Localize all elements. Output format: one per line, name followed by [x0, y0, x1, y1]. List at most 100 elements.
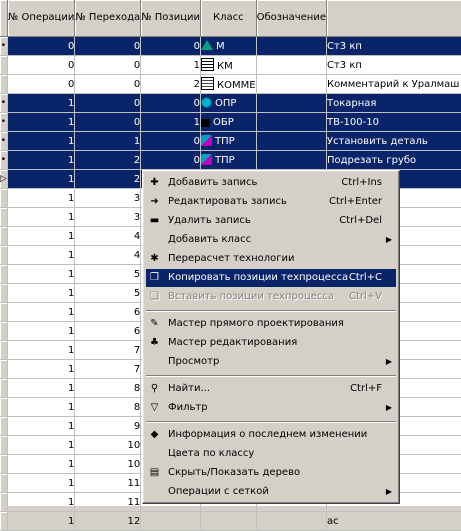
cell-transition[interactable]: 4 [74, 245, 142, 265]
cell-operation[interactable]: 1 [7, 416, 76, 436]
table-row[interactable]: • 1 2 0 ТПР Подрезать грубо [0, 150, 461, 170]
cell-operation[interactable]: 1 [7, 112, 76, 132]
cell-position[interactable] [140, 511, 202, 531]
cell-transition[interactable]: 0 [74, 93, 142, 113]
cell-transition[interactable]: 0 [74, 112, 142, 132]
cell-operation[interactable]: 1 [7, 226, 76, 246]
cell-operation[interactable]: 1 [7, 150, 76, 170]
cell-designation[interactable] [256, 93, 327, 113]
cell-operation[interactable]: 1 [7, 454, 76, 474]
cell-transition[interactable]: 0 [74, 74, 142, 94]
cell-description[interactable]: Подрезать грубо [326, 150, 461, 170]
cell-operation[interactable]: 1 [7, 207, 76, 227]
table-row[interactable]: 1 12 ас [0, 511, 461, 531]
table-row[interactable]: • 1 1 0 ТПР Установить деталь [0, 131, 461, 151]
menu-item[interactable]: ✎ Мастер прямого проектирования [146, 315, 396, 333]
cell-operation[interactable]: 1 [7, 264, 76, 284]
cell-description[interactable]: Ст3 кп [326, 55, 461, 75]
table-row[interactable]: • 1 0 1 ОБР ТВ-100-10 [0, 112, 461, 132]
cell-operation[interactable]: 1 [7, 435, 76, 455]
cell-transition[interactable]: 2 [74, 150, 142, 170]
cell-position[interactable]: 1 [140, 112, 202, 132]
cell-operation[interactable]: 1 [7, 169, 76, 189]
cell-class[interactable]: КОММЕ [200, 74, 257, 94]
cell-transition[interactable]: 0 [74, 55, 142, 75]
cell-operation[interactable]: 1 [7, 340, 76, 360]
cell-operation[interactable]: 1 [7, 188, 76, 208]
menu-item[interactable]: Цвета по классу [146, 445, 396, 463]
menu-item[interactable]: ♣ Мастер редактирования [146, 334, 396, 352]
cell-class[interactable]: M [200, 36, 257, 56]
cell-description[interactable]: ТВ-100-10 [326, 112, 461, 132]
menu-item[interactable]: Просмотр ▶ [146, 353, 396, 371]
menu-item[interactable]: ⚲ Найти... Ctrl+F [146, 380, 396, 398]
cell-class[interactable]: ТПР [200, 131, 257, 151]
cell-transition[interactable]: 10 [74, 435, 142, 455]
cell-description[interactable]: Комментарий к Уралмаш ТП [326, 74, 461, 94]
cell-description[interactable]: ас [326, 511, 461, 531]
cell-description[interactable]: Установить деталь [326, 131, 461, 151]
cell-designation[interactable] [256, 74, 327, 94]
cell-operation[interactable]: 1 [7, 473, 76, 493]
column-header-position[interactable]: № Позиции [140, 0, 202, 37]
cell-transition[interactable]: 8 [74, 378, 142, 398]
cell-description[interactable]: Ст3 кп [326, 36, 461, 56]
cell-class[interactable]: ОБР [200, 112, 257, 132]
cell-transition[interactable]: 0 [74, 36, 142, 56]
cell-designation[interactable] [256, 112, 327, 132]
cell-operation[interactable]: 1 [7, 131, 76, 151]
cell-transition[interactable]: 7 [74, 340, 142, 360]
cell-transition[interactable]: 10 [74, 454, 142, 474]
menu-item[interactable]: ▤ Скрыть/Показать дерево [146, 464, 396, 482]
cell-operation[interactable]: 1 [7, 397, 76, 417]
cell-operation[interactable]: 1 [7, 283, 76, 303]
table-row[interactable]: • 0 0 0 M Ст3 кп [0, 36, 461, 56]
table-row[interactable]: • 1 0 0 ОПР Токарная [0, 93, 461, 113]
cell-class[interactable]: КМ [200, 55, 257, 75]
table-row[interactable]: 002КОММЕКомментарий к Уралмаш ТП [0, 74, 461, 94]
cell-position[interactable]: 0 [140, 93, 202, 113]
cell-position[interactable]: 0 [140, 150, 202, 170]
cell-transition[interactable]: 3 [74, 188, 142, 208]
cell-transition[interactable]: 12 [74, 511, 142, 531]
menu-item[interactable]: ❐ Копировать позиции техпроцесса Ctrl+C [146, 269, 396, 287]
cell-transition[interactable]: 9 [74, 416, 142, 436]
cell-operation[interactable]: 0 [7, 36, 76, 56]
cell-designation[interactable] [256, 55, 327, 75]
menu-item[interactable]: ✚ Добавить запись Ctrl+Ins [146, 174, 396, 192]
menu-item[interactable]: Операции с сеткой ▶ [146, 483, 396, 501]
column-header-designation[interactable]: Обозначение [256, 0, 327, 37]
cell-designation[interactable] [256, 131, 327, 151]
cell-designation[interactable] [256, 511, 327, 531]
column-header-class[interactable]: Класс [200, 0, 257, 37]
cell-operation[interactable]: 1 [7, 359, 76, 379]
cell-transition[interactable]: 8 [74, 397, 142, 417]
cell-transition[interactable]: 1 [74, 131, 142, 151]
cell-position[interactable]: 0 [140, 36, 202, 56]
cell-operation[interactable]: 1 [7, 378, 76, 398]
cell-operation[interactable]: 1 [7, 321, 76, 341]
column-header-operation[interactable]: № Операции [7, 0, 76, 37]
menu-item[interactable]: ✱ Перерасчет технологии [146, 250, 396, 268]
cell-position[interactable]: 1 [140, 55, 202, 75]
cell-operation[interactable]: 1 [7, 245, 76, 265]
cell-designation[interactable] [256, 150, 327, 170]
cell-transition[interactable]: 3 [74, 207, 142, 227]
cell-transition[interactable]: 4 [74, 226, 142, 246]
menu-item[interactable]: ❏ Вставить позиции техпроцесса Ctrl+V [146, 288, 396, 306]
menu-item[interactable]: ➜ Редактировать запись Ctrl+Enter [146, 193, 396, 211]
table-row[interactable]: 0 0 1 КМ Ст3 кп [0, 55, 461, 75]
column-header-transition[interactable]: № Перехода [74, 0, 142, 37]
cell-class[interactable]: ОПР [200, 93, 257, 113]
cell-transition[interactable]: 5 [74, 283, 142, 303]
cell-operation[interactable]: 1 [7, 492, 76, 512]
cell-transition[interactable]: 11 [74, 473, 142, 493]
cell-class[interactable] [200, 511, 257, 531]
cell-transition[interactable]: 5 [74, 264, 142, 284]
cell-transition[interactable]: 2 [74, 169, 142, 189]
menu-item[interactable]: ◆ Информация о последнем изменении [146, 426, 396, 444]
cell-designation[interactable] [256, 36, 327, 56]
menu-item[interactable]: Добавить класс ▶ [146, 231, 396, 249]
cell-position[interactable]: 0 [140, 131, 202, 151]
cell-operation[interactable]: 1 [7, 302, 76, 322]
